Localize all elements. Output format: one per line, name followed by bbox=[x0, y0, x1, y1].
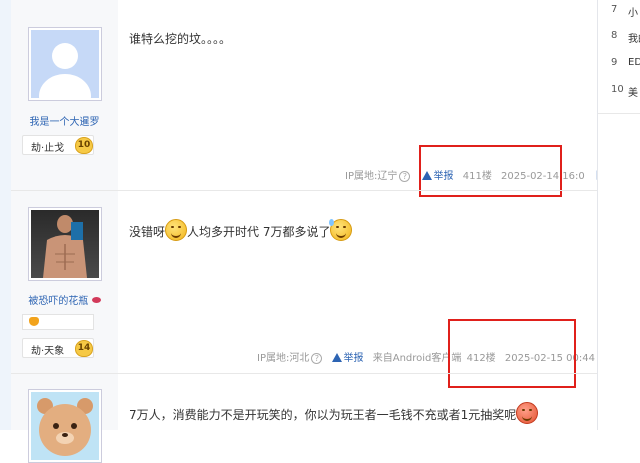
level-name: 劫·天象 bbox=[31, 346, 65, 357]
author-column bbox=[11, 374, 118, 463]
avatar[interactable] bbox=[28, 207, 102, 281]
page-left-strip bbox=[0, 0, 11, 430]
username[interactable]: 被恐吓的花瓶 bbox=[28, 296, 88, 307]
level-number-badge: 10 bbox=[75, 137, 93, 154]
default-avatar-icon bbox=[39, 43, 91, 98]
bear-avatar-icon bbox=[37, 398, 93, 456]
post-413: 7万人，消费能力不是开玩笑的，你以为玩王者一毛钱不充或者1元抽奖呢 bbox=[11, 374, 598, 463]
warning-icon bbox=[331, 353, 342, 362]
rank-title[interactable]: 美 bbox=[628, 84, 638, 99]
username[interactable]: 我是一个大暹罗 bbox=[11, 113, 118, 128]
sweat-emoji-icon bbox=[329, 219, 353, 241]
ip-location: IP属地:辽宁 bbox=[345, 171, 398, 182]
post-412: 被恐吓的花瓶 劫·天象 14 没错呀 人均多开时代 7万都多说了 IP属地:河北?… bbox=[11, 191, 626, 388]
avatar[interactable] bbox=[28, 27, 102, 101]
thread-list: 我是一个大暹罗 劫·止戈 10 谁特么挖的坟。。。。 IP属地:辽宁? 举报 4… bbox=[11, 0, 626, 463]
rank-number: 8 bbox=[611, 30, 618, 41]
author-column: 我是一个大暹罗 劫·止戈 10 bbox=[11, 0, 118, 190]
smile-emoji-icon bbox=[165, 219, 188, 241]
rank-number: 9 bbox=[611, 57, 618, 68]
medal-box bbox=[22, 314, 94, 330]
ip-location: IP属地:河北 bbox=[257, 353, 310, 364]
level-badge-box[interactable]: 劫·天象 14 bbox=[22, 338, 94, 358]
help-icon[interactable]: ? bbox=[311, 353, 323, 364]
avatar[interactable] bbox=[28, 389, 102, 463]
post-content: 没错呀 人均多开时代 7万都多说了 bbox=[129, 219, 353, 241]
level-badge-box[interactable]: 劫·止戈 10 bbox=[22, 135, 94, 155]
user-photo-icon bbox=[43, 215, 87, 278]
rank-title[interactable]: 小 bbox=[628, 4, 638, 19]
rank-title[interactable]: 我的 bbox=[628, 30, 640, 45]
medal-icon[interactable] bbox=[29, 317, 39, 326]
lips-icon bbox=[91, 297, 101, 303]
username-row: 被恐吓的花瓶 bbox=[11, 292, 118, 307]
grin-emoji-icon bbox=[516, 402, 539, 424]
report-link[interactable]: 举报 bbox=[331, 353, 364, 364]
author-column: 被恐吓的花瓶 劫·天象 14 bbox=[11, 191, 118, 373]
post-text: 7万人，消费能力不是开玩笑的，你以为玩王者一毛钱不充或者1元抽奖呢 bbox=[129, 408, 517, 422]
post-411: 我是一个大暹罗 劫·止戈 10 谁特么挖的坟。。。。 IP属地:辽宁? 举报 4… bbox=[11, 0, 616, 197]
post-text: 人均多开时代 7万都多说了 bbox=[187, 225, 331, 239]
rank-number: 10 bbox=[611, 84, 624, 95]
post-content: 7万人，消费能力不是开玩笑的，你以为玩王者一毛钱不充或者1元抽奖呢 bbox=[129, 402, 539, 424]
rank-number: 7 bbox=[611, 4, 618, 15]
rank-title[interactable]: ED bbox=[628, 57, 640, 68]
sidebar-divider bbox=[598, 113, 640, 114]
post-content: 谁特么挖的坟。。。。 bbox=[129, 32, 232, 46]
level-number-badge: 14 bbox=[75, 340, 93, 357]
post-text: 没错呀 bbox=[129, 225, 166, 239]
level-name: 劫·止戈 bbox=[31, 143, 65, 154]
hot-ranking-sidebar: 7 小 8 我的 9 ED 10 美 bbox=[598, 0, 640, 430]
help-icon[interactable]: ? bbox=[399, 171, 411, 182]
